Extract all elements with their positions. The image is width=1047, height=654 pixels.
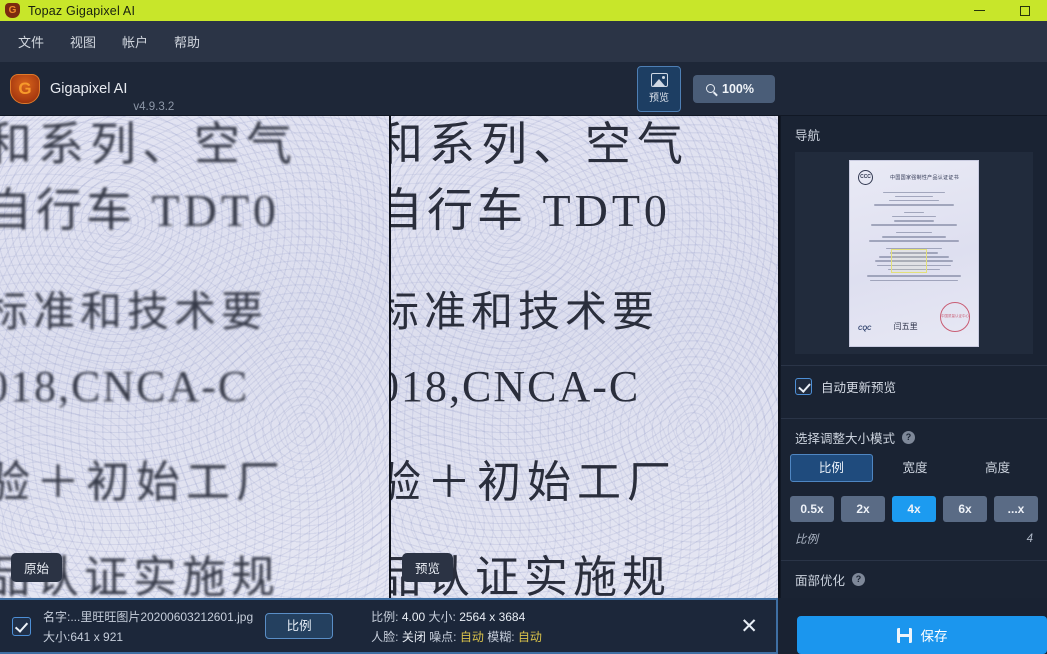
scale-presets: 0.5x 2x 4x 6x ...x	[790, 496, 1038, 522]
settings-panel: 导航 CCC 中国国家强制性产品认证证书 CQC 闫五里 中国质量认证中心 自动…	[780, 116, 1047, 598]
doc-text-line: 018,CNCA-C	[0, 362, 250, 411]
doc-text-line: 和系列、空气	[0, 119, 298, 170]
output-scale-label: 比例:	[371, 609, 399, 624]
menu-item-help[interactable]: 帮助	[164, 28, 210, 55]
auto-update-preview-row[interactable]: 自动更新预览	[781, 366, 1047, 407]
preview-image-pane[interactable]: 和系列、空气 自行车 TDT0 标准和技术要 018,CNCA-C 验＋初始工厂…	[389, 116, 778, 598]
doc-text-line: 验＋初始工厂	[389, 458, 677, 507]
scale-slider-value: 4	[1026, 533, 1033, 545]
file-entry-row[interactable]: 名字:...里旺旺图片20200603212601.jpg 大小:641 x 9…	[0, 598, 778, 654]
image-icon	[650, 73, 668, 87]
app-version: v4.9.3.2	[133, 101, 175, 113]
auto-update-preview-label: 自动更新预览	[821, 381, 897, 395]
gigapixel-app-window: Topaz Gigapixel AI 文件 视图 帐户 帮助 G Gigapix…	[0, 0, 1047, 654]
resize-mode-height[interactable]: 高度	[957, 454, 1038, 482]
blur-label: 模糊:	[487, 629, 515, 644]
zoom-level-label: 100%	[722, 81, 754, 96]
output-params-line: 人脸: 关闭 噪点: 自动 模糊: 自动	[371, 628, 542, 645]
noise-value: 自动	[459, 629, 484, 644]
menu-item-account[interactable]: 帐户	[112, 28, 158, 55]
menu-item-file[interactable]: 文件	[8, 28, 54, 55]
toolbar-right-group: 预览 100%	[637, 65, 1047, 112]
minimize-icon[interactable]	[957, 0, 1002, 21]
save-button[interactable]: 保存	[797, 616, 1047, 654]
scale-preset-custom[interactable]: ...x	[994, 496, 1038, 522]
file-ratio-button[interactable]: 比例	[265, 613, 334, 639]
original-document-image: 和系列、空气 自行车 TDT0 标准和技术要 018,CNCA-C 验＋初始工厂…	[0, 116, 389, 598]
scale-preset-0_5x[interactable]: 0.5x	[790, 496, 834, 522]
doc-text-line: 标准和技术要	[389, 290, 660, 336]
doc-text-line: 验＋初始工厂	[0, 458, 286, 507]
gigapixel-logo-icon: G	[10, 73, 40, 104]
face-refinement-row: 面部优化 ?	[781, 561, 1047, 596]
original-badge: 原始	[11, 553, 63, 582]
resize-mode-tabs: 比例 宽度 高度	[790, 454, 1038, 482]
doc-text-line: 标准和技术要	[0, 290, 269, 336]
checkbox-checked-icon[interactable]	[795, 378, 812, 395]
preview-document-image: 和系列、空气 自行车 TDT0 标准和技术要 018,CNCA-C 验＋初始工厂…	[391, 116, 778, 598]
image-comparison-viewer[interactable]: 和系列、空气 自行车 TDT0 标准和技术要 018,CNCA-C 验＋初始工厂…	[0, 116, 780, 598]
resize-mode-scale[interactable]: 比例	[790, 454, 873, 482]
certificate-footer: CQC 闫五里 中国质量认证中心	[858, 301, 970, 332]
cqc-logo: CQC	[858, 325, 872, 332]
output-scale-value: 4.00	[401, 609, 426, 624]
face-refinement-label: 面部优化	[795, 574, 846, 588]
file-info-group: 名字:...里旺旺图片20200603212601.jpg 大小:641 x 9…	[43, 608, 253, 645]
navigator-viewport-rect[interactable]	[891, 248, 927, 273]
title-bar: Topaz Gigapixel AI	[0, 0, 1047, 21]
scale-slider-label: 比例	[795, 534, 818, 546]
scale-preset-6x[interactable]: 6x	[943, 496, 987, 522]
output-size-line: 比例: 4.00 大小: 2564 x 3684	[371, 608, 542, 625]
close-icon[interactable]: ✕	[734, 615, 764, 637]
menu-bar: 文件 视图 帐户 帮助	[0, 21, 1047, 62]
file-checkbox-icon[interactable]	[12, 616, 31, 636]
scale-slider-row[interactable]: 比例 4	[781, 522, 1047, 547]
save-icon	[896, 627, 912, 643]
doc-text-line: 和系列、空气	[389, 119, 689, 170]
app-name: Gigapixel AI	[50, 80, 128, 97]
file-size: 大小:641 x 921	[43, 629, 124, 644]
noise-label: 噪点:	[429, 629, 457, 644]
doc-text-line: 自行车 TDT0	[389, 185, 671, 236]
app-toolbar: G Gigapixel AI v4.9.3.2 预览 100%	[0, 62, 1047, 116]
save-button-label: 保存	[920, 629, 948, 644]
resize-mode-width[interactable]: 宽度	[875, 454, 956, 482]
face-value: 关闭	[401, 629, 426, 644]
original-image-pane[interactable]: 和系列、空气 自行车 TDT0 标准和技术要 018,CNCA-C 验＋初始工厂…	[0, 116, 389, 598]
output-info-group: 比例: 4.00 大小: 2564 x 3684 人脸: 关闭 噪点: 自动 模…	[371, 608, 542, 645]
doc-text-line: 自行车 TDT0	[0, 185, 280, 236]
preview-toggle-button[interactable]: 预览	[637, 65, 681, 112]
preview-toggle-label: 预览	[649, 93, 669, 104]
menu-item-view[interactable]: 视图	[60, 28, 106, 55]
ccc-mark-icon: CCC	[858, 169, 873, 185]
window-controls	[957, 0, 1047, 21]
navigator-thumbnail[interactable]: CCC 中国国家强制性产品认证证书 CQC 闫五里 中国质量认证中心	[850, 160, 978, 346]
help-icon[interactable]: ?	[852, 573, 866, 586]
certificate-title: 中国国家强制性产品认证证书	[890, 174, 959, 181]
output-size-label: 大小:	[428, 609, 456, 624]
help-icon[interactable]: ?	[902, 431, 916, 444]
output-size-value: 2564 x 3684	[459, 609, 526, 624]
navigator-box[interactable]: CCC 中国国家强制性产品认证证书 CQC 闫五里 中国质量认证中心	[795, 152, 1033, 354]
red-stamp-icon: 中国质量认证中心	[940, 301, 970, 332]
window-title: Topaz Gigapixel AI	[28, 3, 136, 18]
signature: 闫五里	[893, 321, 918, 331]
file-name: 名字:...里旺旺图片20200603212601.jpg	[43, 609, 254, 624]
scale-preset-4x[interactable]: 4x	[892, 496, 936, 522]
resize-mode-label: 选择调整大小模式	[795, 432, 896, 446]
topaz-shield-icon	[5, 3, 20, 18]
scale-preset-2x[interactable]: 2x	[841, 496, 885, 522]
magnifier-icon	[706, 84, 715, 93]
maximize-icon[interactable]	[1002, 0, 1047, 21]
certificate-header: CCC 中国国家强制性产品认证证书	[858, 169, 970, 185]
doc-text-line: 018,CNCA-C	[389, 362, 641, 411]
resize-mode-label-row: 选择调整大小模式 ?	[781, 419, 1047, 454]
blur-value: 自动	[517, 629, 542, 644]
face-label: 人脸:	[371, 629, 399, 644]
preview-badge: 预览	[402, 553, 454, 582]
zoom-level-button[interactable]: 100%	[693, 74, 775, 103]
navigator-title: 导航	[795, 129, 821, 143]
